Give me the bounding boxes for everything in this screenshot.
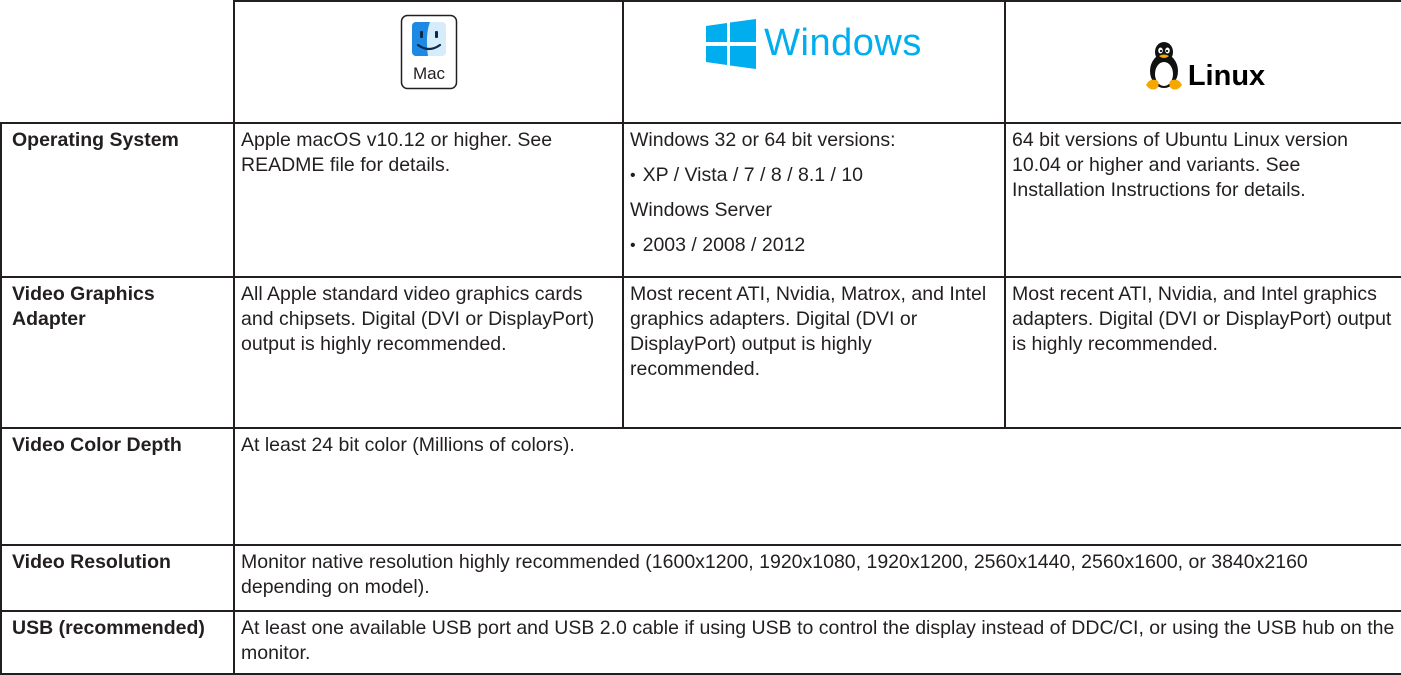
linux-os-cell: 64 bit versions of Ubuntu Linux version …	[1004, 121, 1401, 278]
corner-cell	[1, 1, 235, 124]
row-label-video-color-depth: Video Color Depth	[0, 426, 235, 547]
mac-os-cell: Apple macOS v10.12 or higher. See README…	[233, 121, 624, 278]
linux-tux-icon	[1145, 41, 1182, 90]
usb-cell: At least one available USB port and USB …	[233, 609, 1401, 675]
windows-logo-label: Windows	[764, 22, 922, 65]
table-row: USB (recommended) At least one available…	[0, 609, 1401, 675]
windows-os-line: Windows 32 or 64 bit versions:	[630, 128, 896, 151]
row-label-video-graphics-adapter: Video Graphics Adapter	[0, 275, 235, 429]
mac-logo-label: Mac	[412, 64, 445, 83]
resolution-cell: Monitor native resolution highly recomme…	[233, 544, 1401, 612]
table-row: Video Color Depth At least 24 bit color …	[0, 426, 1401, 547]
windows-versions-bullet: XP / Vista / 7 / 8 / 8.1 / 10	[630, 163, 998, 188]
row-label-video-resolution: Video Resolution	[0, 544, 235, 612]
table-row: Operating System Apple macOS v10.12 or h…	[0, 121, 1401, 278]
windows-header-cell: Windows	[622, 0, 1006, 124]
linux-logo: Linux	[1142, 41, 1265, 91]
linux-header-cell: Linux	[1004, 0, 1401, 124]
linux-logo-label: Linux	[1187, 59, 1266, 92]
color-depth-cell: At least 24 bit color (Millions of color…	[233, 426, 1401, 547]
mac-header-cell: Mac	[233, 0, 624, 124]
row-label-operating-system: Operating System	[0, 121, 235, 278]
windows-server-line: Windows Server	[630, 198, 772, 221]
windows-icon	[706, 18, 757, 69]
linux-video-adapter-cell: Most recent ATI, Nvidia, and Intel graph…	[1004, 275, 1401, 429]
row-label-usb: USB (recommended)	[0, 609, 235, 675]
platform-header-row: Mac Windows Linux	[1, 0, 1401, 124]
windows-video-adapter-cell: Most recent ATI, Nvidia, Matrox, and Int…	[622, 275, 1006, 429]
mac-finder-icon: Mac	[400, 14, 457, 90]
windows-server-versions-bullet: 2003 / 2008 / 2012	[630, 233, 998, 258]
table-row: Video Graphics Adapter All Apple standar…	[0, 275, 1401, 429]
mac-video-adapter-cell: All Apple standard video graphics cards …	[233, 275, 624, 429]
windows-logo: Windows	[706, 18, 922, 69]
table-row: Video Resolution Monitor native resoluti…	[0, 544, 1401, 612]
system-requirements-table: Mac Windows Linux Operating System Apple…	[0, 0, 1401, 675]
windows-os-cell: Windows 32 or 64 bit versions: XP / Vist…	[622, 121, 1006, 278]
